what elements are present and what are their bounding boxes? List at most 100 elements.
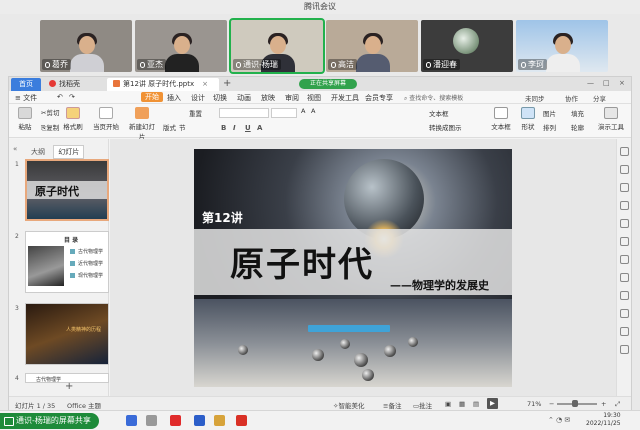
sidebar-tool-icon[interactable] xyxy=(620,309,629,318)
font-family-select[interactable] xyxy=(219,108,269,118)
tab-find-daoke[interactable]: 找稻壳 xyxy=(43,78,103,91)
tab-slides[interactable]: 幻灯片 xyxy=(53,145,85,159)
menu-transition[interactable]: 切换 xyxy=(213,93,227,103)
menu-animation[interactable]: 动画 xyxy=(237,93,251,103)
menu-design[interactable]: 设计 xyxy=(191,93,205,103)
zoom-level[interactable]: 71% xyxy=(527,400,541,408)
taskbar-app-icon[interactable] xyxy=(126,415,137,426)
participant-tile-6[interactable]: 李珂 xyxy=(516,20,608,72)
close-tab-icon[interactable]: × xyxy=(202,80,208,88)
screen-share-banner[interactable]: 通识-杨瑞的屏幕共享 xyxy=(0,413,99,429)
participant-tile-2[interactable]: 亚杰 xyxy=(135,20,227,72)
close-icon[interactable]: × xyxy=(619,79,625,87)
underline-button[interactable]: U xyxy=(245,124,251,132)
font-grow-button[interactable]: A xyxy=(301,107,305,115)
menu-view[interactable]: 视图 xyxy=(307,93,321,103)
sidebar-tool-icon[interactable] xyxy=(620,273,629,282)
participant-tile-1[interactable]: 葛乔 xyxy=(40,20,132,72)
format-painter-button[interactable]: 格式刷 xyxy=(61,107,85,131)
menu-member[interactable]: 会员专享 xyxy=(365,93,393,103)
menu-developer[interactable]: 开发工具 xyxy=(331,93,359,103)
layout-button[interactable]: 版式 xyxy=(163,122,176,132)
folder-icon[interactable] xyxy=(214,415,225,426)
new-slide-button[interactable]: 新建幻灯片 xyxy=(127,107,157,141)
wps-app-icon[interactable] xyxy=(236,415,247,426)
tab-document[interactable]: 第12讲 原子时代.pptx × xyxy=(107,78,219,91)
slide-lecture-number[interactable]: 第12讲 xyxy=(202,209,243,226)
sidebar-tool-icon[interactable] xyxy=(620,165,629,174)
sidebar-tool-icon[interactable] xyxy=(620,219,629,228)
picture-button[interactable]: 图片 xyxy=(543,108,556,118)
slideshow-play-button[interactable]: ▶ xyxy=(487,398,498,409)
arrange-button[interactable]: 排列 xyxy=(543,122,556,132)
add-slide-button[interactable]: + xyxy=(65,381,73,392)
system-tray-icons[interactable]: ⌃ ◔ ✉ xyxy=(548,416,570,424)
convert-smartart-button[interactable]: 转换成图示 xyxy=(429,122,462,132)
textbox-button[interactable]: 文本框 xyxy=(489,107,513,131)
comments-button[interactable]: ▭批注 xyxy=(413,400,432,410)
share-button[interactable]: 分享 xyxy=(593,93,606,103)
undo-icon[interactable]: ↶ xyxy=(57,93,63,101)
cut-button[interactable]: ✂剪切 xyxy=(41,107,59,117)
slide-thumbnail-2[interactable]: 目 录 古代物理学 近代物理学 现代物理学 xyxy=(25,231,109,293)
zoom-slider-handle[interactable] xyxy=(572,400,579,407)
sorter-view-icon[interactable]: ▦ xyxy=(459,400,465,408)
taskbar-app-icon[interactable] xyxy=(146,415,157,426)
participant-tile-3[interactable]: 通识-杨瑞 xyxy=(229,18,325,74)
sidebar-tool-icon[interactable] xyxy=(620,147,629,156)
new-tab-button[interactable]: + xyxy=(223,77,231,91)
system-clock[interactable]: 19:30 2022/11/25 xyxy=(586,412,621,428)
smart-beautify-button[interactable]: ✧智能美化 xyxy=(333,400,364,410)
unsynced-status[interactable]: 未同步 xyxy=(525,93,545,103)
fit-window-icon[interactable]: ⤢ xyxy=(615,400,620,409)
bold-button[interactable]: B xyxy=(221,124,226,132)
menu-file[interactable]: ≡ 文件 xyxy=(15,93,37,103)
play-from-current-button[interactable]: 当页开始 xyxy=(91,107,121,131)
sidebar-tool-icon[interactable] xyxy=(620,201,629,210)
reading-view-icon[interactable]: ▤ xyxy=(473,400,479,408)
taskbar-app-icon[interactable] xyxy=(194,415,205,426)
screen-sharing-indicator[interactable]: 正在共享屏幕 xyxy=(299,79,357,89)
section-button[interactable]: 节 xyxy=(179,122,186,132)
sidebar-tool-icon[interactable] xyxy=(620,237,629,246)
tab-home[interactable]: 首页 xyxy=(11,78,41,91)
menu-slideshow[interactable]: 放映 xyxy=(261,93,275,103)
redo-icon[interactable]: ↷ xyxy=(69,93,75,101)
participant-tile-4[interactable]: 高洁 xyxy=(326,20,418,72)
zoom-out-button[interactable]: − xyxy=(549,400,554,408)
menu-home[interactable]: 开始 xyxy=(141,92,163,102)
command-search[interactable]: ⌕ 查找命令、搜索模板 xyxy=(404,93,463,103)
slide-subtitle[interactable]: ——物理学的发展史 xyxy=(390,277,489,293)
sidebar-tool-icon[interactable] xyxy=(620,183,629,192)
outline-button[interactable]: 轮廓 xyxy=(571,122,584,132)
copy-button[interactable]: ⎘复制 xyxy=(41,122,59,133)
normal-view-icon[interactable]: ▣ xyxy=(445,400,451,408)
slide-editing-canvas[interactable]: 第12讲 原子时代 ——物理学的发展史 xyxy=(110,139,616,396)
slide-thumbnail-3[interactable]: 人类精神的历程 xyxy=(25,303,109,365)
slide-title[interactable]: 原子时代 xyxy=(230,237,374,286)
maximize-icon[interactable]: □ xyxy=(603,79,610,87)
text-direction-button[interactable]: 文本框 xyxy=(429,108,449,118)
notes-button[interactable]: ≡备注 xyxy=(383,400,401,410)
current-slide[interactable]: 第12讲 原子时代 ——物理学的发展史 xyxy=(194,149,512,387)
sidebar-tool-icon[interactable] xyxy=(620,345,629,354)
sidebar-tool-icon[interactable] xyxy=(620,291,629,300)
collab-button[interactable]: 协作 xyxy=(565,93,578,103)
tab-outline[interactable]: 大纲 xyxy=(27,146,49,158)
sidebar-tool-icon[interactable] xyxy=(620,255,629,264)
menu-review[interactable]: 审阅 xyxy=(285,93,299,103)
participant-tile-5[interactable]: 潘迎春 xyxy=(421,20,513,72)
font-color-button[interactable]: A xyxy=(257,124,262,132)
presentation-tools-button[interactable]: 演示工具 xyxy=(595,107,627,131)
minimize-icon[interactable]: — xyxy=(587,79,594,87)
collapse-panel-icon[interactable]: « xyxy=(13,145,17,153)
theme-name[interactable]: Office 主题 xyxy=(67,400,101,410)
reset-button[interactable]: 重置 xyxy=(189,108,202,118)
sidebar-tool-icon[interactable] xyxy=(620,327,629,336)
paste-button[interactable]: 粘贴 xyxy=(15,107,35,131)
font-shrink-button[interactable]: A xyxy=(311,107,315,115)
fill-button[interactable]: 填充 xyxy=(571,108,584,118)
font-size-select[interactable] xyxy=(271,108,297,118)
shape-button[interactable]: 形状 xyxy=(517,107,539,131)
taskbar-app-icon[interactable] xyxy=(170,415,181,426)
